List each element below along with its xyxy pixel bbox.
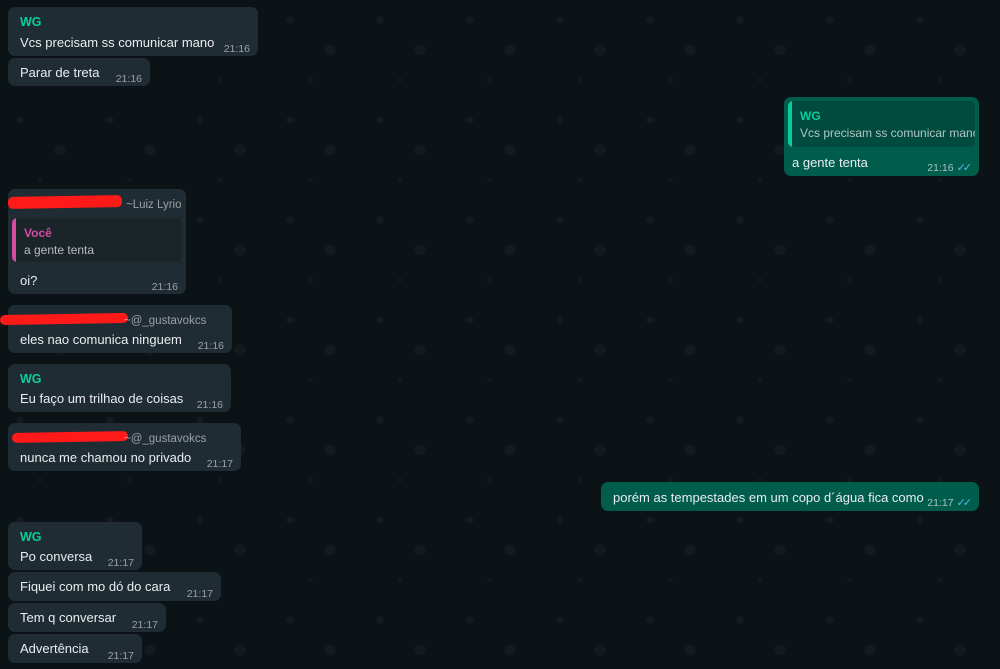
message-time: 21:16 ✓✓: [927, 162, 973, 174]
message-bubble[interactable]: Advertência 21:17: [8, 634, 142, 663]
message-text: Vcs precisam ss comunicar mano: [20, 35, 215, 50]
quote-bar: [788, 101, 792, 147]
redacted-name: [7, 195, 123, 209]
message-time: 21:16: [197, 340, 224, 352]
quoted-message[interactable]: WG Vcs precisam ss comunicar mano: [788, 101, 975, 147]
message-text: Po conversa: [20, 549, 93, 564]
message-time: 21:17 ✓✓: [927, 497, 973, 509]
message-bubble-outgoing[interactable]: porém as tempestades em um copo d´água f…: [601, 482, 979, 511]
double-check-icon: ✓✓: [956, 162, 973, 174]
message-text: nunca me chamou no privado: [20, 450, 192, 465]
message-bubble-outgoing[interactable]: WG Vcs precisam ss comunicar mano a gent…: [784, 97, 979, 176]
quoted-message[interactable]: Você a gente tenta: [12, 218, 182, 262]
message-text: Parar de treta: [20, 65, 100, 80]
message-bubble[interactable]: Fiquei com mo dó do cara 21:17: [8, 572, 221, 601]
sender-name: WG: [20, 15, 42, 29]
message-bubble[interactable]: Parar de treta 21:16: [8, 58, 150, 86]
message-bubble[interactable]: WG Vcs precisam ss comunicar mano 21:16: [8, 7, 258, 56]
message-bubble[interactable]: ~@_gustavokcs nunca me chamou no privado…: [8, 423, 241, 471]
sender-name: WG: [20, 372, 42, 386]
sender-name: WG: [20, 530, 42, 544]
quote-sender: Você: [24, 226, 52, 240]
message-bubble[interactable]: ~@_gustavokcs eles nao comunica ninguem …: [0, 305, 232, 353]
message-time: 21:16: [223, 43, 250, 55]
message-time: 21:17: [206, 458, 233, 470]
message-text: oi?: [20, 273, 38, 288]
message-text: Eu faço um trilhao de coisas: [20, 391, 184, 406]
quote-text: a gente tenta: [24, 243, 95, 257]
message-time: 21:17: [107, 557, 134, 569]
message-bubble[interactable]: WG Po conversa 21:17: [8, 522, 142, 570]
message-time: 21:16: [151, 281, 178, 293]
sender-handle: ~@_gustavokcs: [124, 433, 207, 445]
message-time: 21:17: [107, 650, 134, 662]
quote-sender: WG: [800, 109, 821, 123]
redacted-name: [0, 312, 129, 326]
message-time: 21:16: [115, 73, 142, 85]
sender-handle: ~@_gustavokcs: [124, 315, 207, 327]
message-text: Fiquei com mo dó do cara: [20, 579, 171, 594]
message-time: 21:17: [186, 588, 213, 600]
message-bubble[interactable]: WG Eu faço um trilhao de coisas 21:16: [8, 364, 231, 412]
sender-handle: ~Luiz Lyrio: [126, 199, 182, 211]
double-check-icon: ✓✓: [956, 497, 973, 509]
message-time: 21:16: [196, 399, 223, 411]
quote-text: Vcs precisam ss comunicar mano: [800, 126, 975, 140]
message-bubble[interactable]: Tem q conversar 21:17: [8, 603, 166, 632]
message-text: Advertência: [20, 641, 89, 656]
redacted-name: [11, 430, 129, 444]
message-text: a gente tenta: [792, 155, 868, 170]
message-text: Tem q conversar: [20, 610, 117, 625]
message-text: porém as tempestades em um copo d´água f…: [613, 490, 924, 505]
message-time: 21:17: [131, 619, 158, 631]
message-bubble[interactable]: ~Luiz Lyrio Você a gente tenta oi? 21:16: [7, 189, 186, 294]
message-text: eles nao comunica ninguem: [20, 332, 182, 347]
quote-bar: [12, 218, 16, 262]
